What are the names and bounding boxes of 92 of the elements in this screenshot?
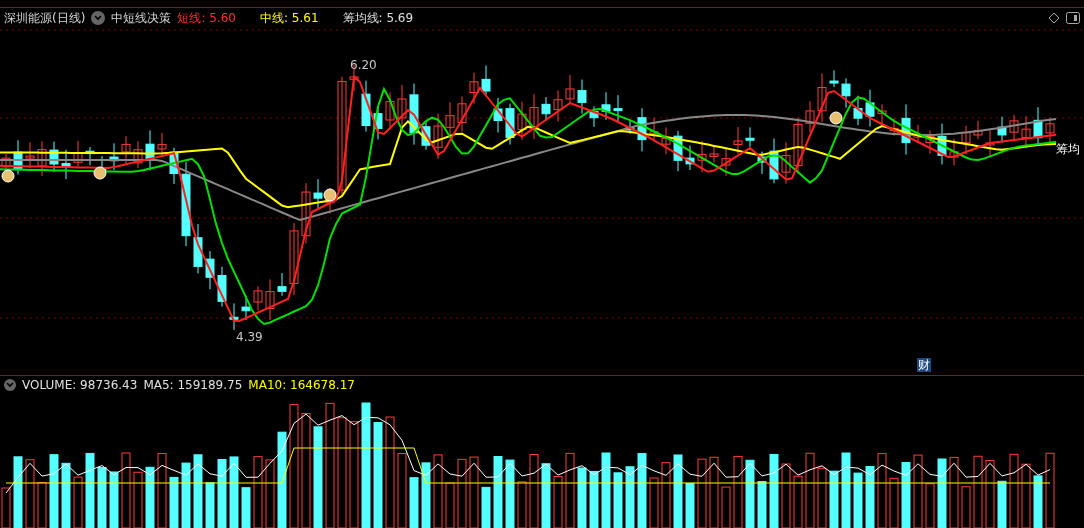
price-label: 6.20 bbox=[350, 57, 377, 74]
candlestick bbox=[73, 140, 83, 168]
candlestick bbox=[385, 92, 395, 131]
candlestick bbox=[601, 91, 611, 121]
candlestick bbox=[577, 79, 587, 115]
candlestick bbox=[421, 121, 431, 151]
candlestick bbox=[721, 148, 731, 177]
candlestick bbox=[733, 126, 743, 155]
candlestick bbox=[865, 89, 875, 128]
candlestick bbox=[985, 128, 995, 157]
candlestick bbox=[901, 103, 911, 156]
candlestick bbox=[757, 151, 767, 175]
candlestick bbox=[1033, 106, 1043, 145]
candlestick bbox=[685, 145, 695, 171]
candlestick bbox=[793, 117, 803, 175]
indicator-reading: 短线: 5.60 bbox=[177, 10, 236, 27]
stock-title: 深圳能源(日线) bbox=[4, 10, 86, 27]
candlestick bbox=[829, 69, 839, 88]
candlestick bbox=[649, 117, 659, 141]
candlestick bbox=[517, 101, 527, 141]
candlestick bbox=[949, 138, 959, 167]
candlestick bbox=[661, 126, 671, 155]
dropdown-icon[interactable] bbox=[91, 11, 106, 25]
candlestick bbox=[157, 132, 167, 157]
candlestick bbox=[409, 83, 419, 146]
candlestick bbox=[217, 266, 227, 308]
candlestick bbox=[913, 124, 923, 143]
candlestick bbox=[469, 72, 479, 105]
candlestick bbox=[253, 285, 263, 311]
candlestick bbox=[13, 139, 23, 175]
panel-toggle-icon[interactable] bbox=[1066, 12, 1080, 24]
candlestick bbox=[625, 120, 635, 135]
volume-reading: MA5: 159189.75 bbox=[143, 377, 243, 394]
candlestick bbox=[841, 77, 851, 109]
candlestick bbox=[673, 130, 683, 172]
candlestick bbox=[637, 107, 647, 152]
candlestick bbox=[169, 147, 179, 185]
candlestick bbox=[817, 73, 827, 123]
candlestick bbox=[697, 140, 707, 173]
candlestick bbox=[61, 149, 71, 180]
candlestick bbox=[277, 272, 287, 297]
candlestick bbox=[925, 130, 935, 155]
indicator-name: 中短线决策 bbox=[111, 10, 172, 27]
candlestick bbox=[493, 97, 503, 133]
price-label: 筹均 bbox=[1056, 141, 1080, 158]
candlestick bbox=[301, 182, 311, 244]
candlestick bbox=[853, 95, 863, 126]
price-label: 4.39 bbox=[236, 329, 263, 346]
candlestick bbox=[133, 140, 143, 169]
candlestick bbox=[85, 146, 95, 166]
candlestick bbox=[877, 103, 887, 125]
volume-reading: VOLUME: 98736.43 bbox=[22, 377, 138, 394]
candlestick bbox=[457, 95, 467, 133]
indicator-reading: 筹均线: 5.69 bbox=[342, 10, 414, 27]
candlestick bbox=[973, 120, 983, 140]
candlestick bbox=[481, 64, 491, 97]
candlestick bbox=[1009, 114, 1019, 143]
candlestick bbox=[553, 89, 563, 122]
candlestick bbox=[361, 80, 371, 133]
candlestick bbox=[229, 302, 239, 331]
candlestick bbox=[193, 223, 203, 274]
candlestick bbox=[529, 93, 539, 140]
candlestick bbox=[49, 141, 59, 173]
candlestick bbox=[505, 103, 515, 145]
candlestick bbox=[781, 141, 791, 185]
candlestick bbox=[313, 178, 323, 209]
volume-reading: MA10: 164678.17 bbox=[248, 377, 355, 394]
candlestick bbox=[961, 125, 971, 155]
candlestick bbox=[565, 74, 575, 105]
candlestick bbox=[769, 138, 779, 184]
candlestick bbox=[265, 278, 275, 321]
candlestick bbox=[937, 123, 947, 165]
candlestick bbox=[709, 146, 719, 163]
candlestick bbox=[37, 140, 47, 177]
candlestick bbox=[121, 135, 131, 164]
candlestick bbox=[997, 116, 1007, 144]
candlestick bbox=[541, 96, 551, 122]
candlestick bbox=[445, 101, 455, 137]
candlestick bbox=[889, 118, 899, 137]
indicator-reading: 中线: 5.61 bbox=[259, 10, 319, 27]
candlestick bbox=[205, 250, 215, 290]
candlestick bbox=[613, 94, 623, 122]
candlestick bbox=[589, 105, 599, 128]
diamond-icon[interactable] bbox=[1048, 12, 1060, 24]
candlestick bbox=[397, 84, 407, 127]
candlestick bbox=[109, 142, 119, 171]
event-badge[interactable]: 财 bbox=[917, 358, 931, 372]
candlestick bbox=[25, 141, 35, 169]
candlestick bbox=[745, 126, 755, 148]
candlestick bbox=[433, 113, 443, 160]
candlestick bbox=[805, 100, 815, 134]
dropdown-icon[interactable] bbox=[4, 379, 16, 391]
